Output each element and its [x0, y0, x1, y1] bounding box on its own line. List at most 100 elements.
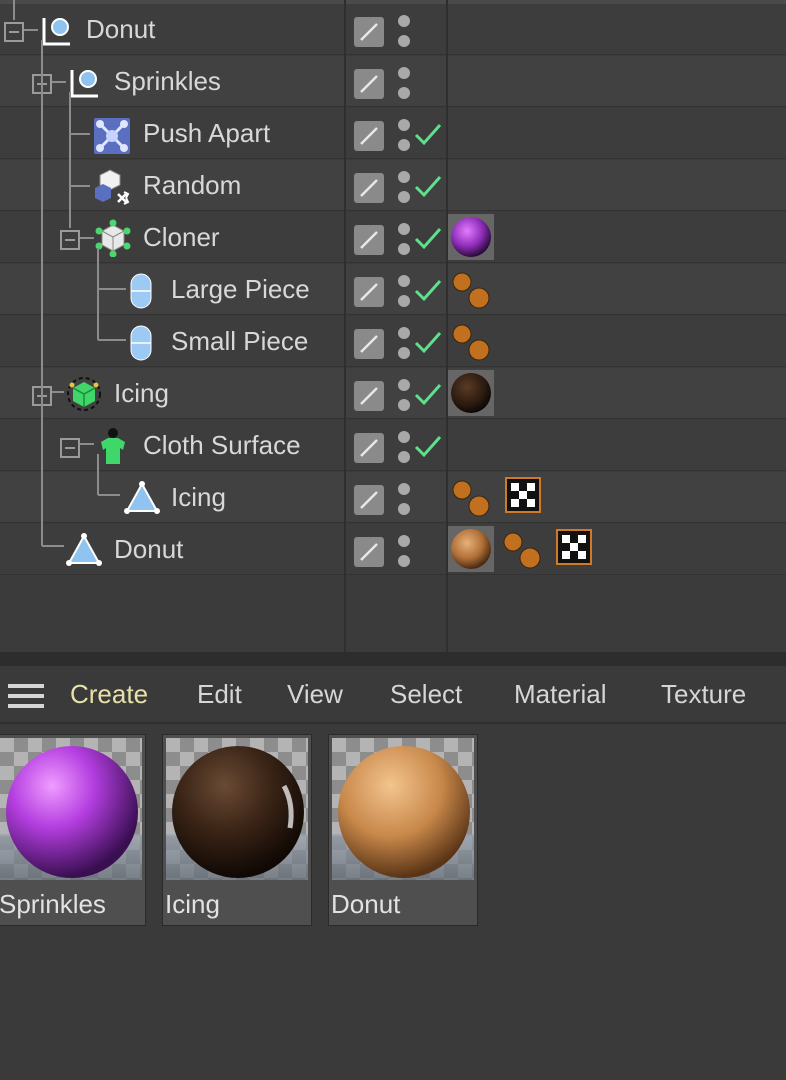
object-label: Sprinkles [114, 66, 221, 96]
render-dots-icon[interactable] [397, 117, 411, 153]
enabled-check-icon[interactable] [413, 120, 443, 148]
uvw-tag-icon[interactable] [556, 529, 592, 565]
visibility-toggle[interactable] [354, 69, 384, 99]
cloner-icon [95, 219, 131, 257]
edit-visibility-icon [360, 335, 378, 353]
random-effector-icon [95, 169, 130, 205]
null-object-icon [42, 18, 70, 46]
object-label: Large Piece [171, 274, 310, 304]
polygon-object-icon [124, 481, 160, 514]
visibility-toggle[interactable] [354, 225, 384, 255]
edit-visibility-icon [360, 75, 378, 93]
object-label: Donut [114, 534, 184, 564]
object-label: Cloner [143, 222, 220, 252]
material-swatch-icing[interactable]: Icing [162, 734, 312, 926]
sprinkles-material-tag-icon[interactable] [448, 214, 494, 260]
material-label: Donut [331, 889, 401, 919]
visibility-toggle[interactable] [354, 381, 384, 411]
object-row-cloner[interactable]: Cloner [0, 212, 786, 263]
material-menubar: Create Edit View Select Material Texture [0, 666, 786, 724]
enabled-check-icon[interactable] [413, 328, 443, 356]
phong-tag-icon[interactable] [503, 532, 543, 570]
object-name-column: Icing [0, 472, 344, 522]
visibility-toggle[interactable] [354, 17, 384, 47]
render-dots-icon[interactable] [397, 169, 411, 205]
object-row-cloth-surface[interactable]: Cloth Surface [0, 420, 786, 471]
object-name-column: Donut [0, 524, 344, 574]
visibility-toggle[interactable] [354, 433, 384, 463]
icing-material-preview [166, 738, 308, 880]
menu-view[interactable]: View [287, 666, 343, 722]
render-dots-icon[interactable] [397, 429, 411, 465]
visibility-toggle[interactable] [354, 537, 384, 567]
collapse-icon[interactable] [32, 386, 52, 406]
object-row-small-piece[interactable]: Small Piece [0, 316, 786, 367]
object-row-icing-polygon[interactable]: Icing [0, 472, 786, 523]
object-name-column: Cloth Surface [0, 420, 344, 470]
object-name-column: Small Piece [0, 316, 344, 366]
enabled-check-icon[interactable] [413, 172, 443, 200]
capsule-icon [130, 325, 152, 361]
enabled-check-icon[interactable] [413, 224, 443, 252]
column-separator [344, 0, 346, 652]
object-name-column: Icing [0, 368, 344, 418]
icing-material-tag-icon[interactable] [448, 370, 494, 416]
render-dots-icon[interactable] [397, 377, 411, 413]
render-dots-icon[interactable] [397, 325, 411, 361]
collapse-icon[interactable] [60, 230, 80, 250]
menu-edit[interactable]: Edit [197, 666, 242, 722]
menu-material[interactable]: Material [514, 666, 606, 722]
visibility-toggle[interactable] [354, 277, 384, 307]
edit-visibility-icon [360, 491, 378, 509]
object-manager: Donut Sprinkles Push Apart Random Cloner… [0, 0, 786, 652]
object-row-donut-null[interactable]: Donut [0, 4, 786, 55]
render-dots-icon[interactable] [397, 533, 411, 569]
uvw-tag-icon[interactable] [505, 477, 541, 513]
object-row-push-apart[interactable]: Push Apart [0, 108, 786, 159]
object-label: Icing [114, 378, 169, 408]
menu-texture[interactable]: Texture [661, 666, 746, 722]
edit-visibility-icon [360, 439, 378, 457]
object-row-icing-cloth[interactable]: Icing [0, 368, 786, 419]
phong-tag-icon[interactable] [452, 480, 492, 518]
enabled-check-icon[interactable] [413, 380, 443, 408]
render-dots-icon[interactable] [397, 481, 411, 517]
menu-create[interactable]: Create [70, 666, 148, 722]
object-label: Donut [86, 14, 156, 44]
render-dots-icon[interactable] [397, 221, 411, 257]
phong-tag-icon[interactable] [452, 272, 492, 310]
phong-tag-icon[interactable] [452, 324, 492, 362]
material-swatch-sprinkles[interactable]: Sprinkles [0, 734, 146, 926]
sprinkles-material-preview [0, 738, 142, 880]
material-swatch-donut[interactable]: Donut [328, 734, 478, 926]
edit-visibility-icon [360, 179, 378, 197]
render-dots-icon[interactable] [397, 273, 411, 309]
enabled-check-icon[interactable] [413, 432, 443, 460]
object-name-column: Cloner [0, 212, 344, 262]
collapse-icon[interactable] [4, 22, 24, 42]
object-row-large-piece[interactable]: Large Piece [0, 264, 786, 315]
panel-divider[interactable] [0, 652, 786, 666]
collapse-icon[interactable] [60, 438, 80, 458]
collapse-icon[interactable] [32, 74, 52, 94]
object-name-column: Sprinkles [0, 56, 344, 106]
render-dots-icon[interactable] [397, 65, 411, 101]
visibility-toggle[interactable] [354, 485, 384, 515]
object-row-donut-polygon[interactable]: Donut [0, 524, 786, 575]
donut-material-tag-icon[interactable] [448, 526, 494, 572]
edit-visibility-icon [360, 23, 378, 41]
object-row-sprinkles[interactable]: Sprinkles [0, 56, 786, 107]
object-row-random[interactable]: Random [0, 160, 786, 211]
null-object-icon [70, 70, 98, 98]
visibility-toggle[interactable] [354, 173, 384, 203]
menu-select[interactable]: Select [390, 666, 462, 722]
edit-visibility-icon [360, 127, 378, 145]
edit-visibility-icon [360, 231, 378, 249]
render-dots-icon[interactable] [397, 13, 411, 49]
visibility-toggle[interactable] [354, 121, 384, 151]
enabled-check-icon[interactable] [413, 276, 443, 304]
hamburger-menu-icon[interactable] [8, 682, 44, 710]
push-apart-effector-icon [94, 118, 130, 154]
cloth-icon [67, 377, 101, 411]
visibility-toggle[interactable] [354, 329, 384, 359]
